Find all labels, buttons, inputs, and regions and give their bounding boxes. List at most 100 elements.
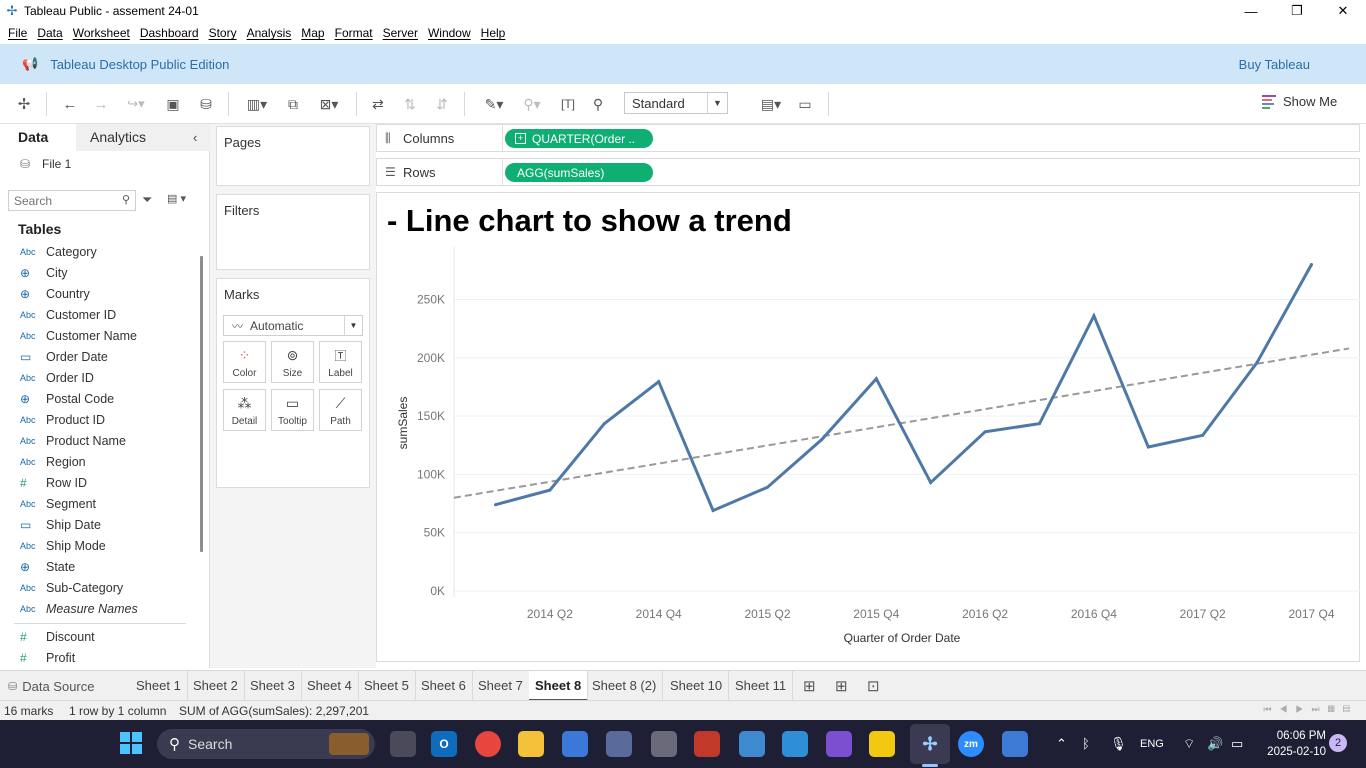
group-members-icon[interactable]: ⚲▾: [516, 94, 548, 114]
highlight-icon[interactable]: ✎▾: [478, 94, 510, 114]
show-mark-labels-icon[interactable]: [T]: [558, 94, 578, 114]
sheet-tab[interactable]: Sheet 3: [244, 671, 302, 701]
file-explorer-icon[interactable]: [518, 731, 544, 757]
data-source-tab[interactable]: ⛁ Data Source: [8, 671, 94, 701]
field-item[interactable]: ▭ Order Date: [0, 346, 200, 367]
close-button[interactable]: ✕: [1320, 0, 1366, 22]
search-icon[interactable]: ⚲: [122, 193, 130, 206]
field-item[interactable]: Abc Product Name: [0, 430, 200, 451]
field-item[interactable]: # Profit: [0, 647, 200, 668]
start-button[interactable]: [120, 732, 142, 754]
field-item[interactable]: ⊕ Country: [0, 283, 200, 304]
field-item[interactable]: Abc Customer ID: [0, 304, 200, 325]
rows-pill[interactable]: AGG(sumSales): [505, 163, 653, 182]
sort-descending-icon[interactable]: ⇵: [432, 94, 452, 114]
field-item[interactable]: Abc Customer Name: [0, 325, 200, 346]
menu-format[interactable]: Format: [335, 26, 373, 40]
sort-ascending-icon[interactable]: ⇅: [400, 94, 420, 114]
taskbar-search[interactable]: ⚲ Search: [157, 729, 375, 759]
menu-file[interactable]: File: [8, 26, 27, 40]
field-item[interactable]: # Discount: [0, 626, 200, 647]
columns-pill[interactable]: + QUARTER(Order ..: [505, 129, 653, 148]
field-item[interactable]: Abc Measure Names: [0, 598, 200, 619]
fix-axes-icon[interactable]: ⚲: [588, 94, 608, 114]
clear-sheet-icon[interactable]: ⊠▾: [312, 94, 346, 114]
chrome-icon[interactable]: [475, 731, 501, 757]
menu-worksheet[interactable]: Worksheet: [73, 26, 130, 40]
store-icon[interactable]: [562, 731, 588, 757]
sheet-tab[interactable]: Sheet 2: [187, 671, 245, 701]
field-item[interactable]: Abc Ship Mode: [0, 535, 200, 556]
menu-server[interactable]: Server: [383, 26, 418, 40]
replay-icon[interactable]: ↪▾: [121, 94, 151, 114]
chevron-up-icon[interactable]: ⌃: [1056, 736, 1067, 752]
menu-map[interactable]: Map: [301, 26, 324, 40]
app-icon[interactable]: [1002, 731, 1028, 757]
field-item[interactable]: # Row ID: [0, 472, 200, 493]
app-icon[interactable]: [739, 731, 765, 757]
new-story-icon[interactable]: ⊡: [867, 677, 880, 695]
field-item[interactable]: ⊕ State: [0, 556, 200, 577]
fit-select[interactable]: Standard ▼: [624, 92, 728, 114]
app-icon[interactable]: [694, 731, 720, 757]
clipchamp-icon[interactable]: [826, 731, 852, 757]
field-item[interactable]: Abc Region: [0, 451, 200, 472]
minimize-button[interactable]: —: [1228, 0, 1274, 22]
clock[interactable]: 06:06 PM 2025-02-10: [1262, 728, 1326, 760]
sheet-tab[interactable]: Sheet 4: [301, 671, 359, 701]
path-button[interactable]: ⟋ Path: [319, 389, 362, 431]
tab-data[interactable]: Data: [0, 124, 76, 151]
microphone-icon[interactable]: 🎙: [1110, 736, 1127, 752]
notepad-icon[interactable]: [606, 731, 632, 757]
save-icon[interactable]: ▣: [163, 94, 183, 114]
menu-data[interactable]: Data: [37, 26, 62, 40]
language-indicator[interactable]: ENG: [1140, 738, 1164, 750]
wifi-icon[interactable]: ⌔: [1183, 736, 1195, 752]
tooltip-button[interactable]: ▭ Tooltip: [271, 389, 314, 431]
calculator-icon[interactable]: [651, 731, 677, 757]
menu-dashboard[interactable]: Dashboard: [140, 26, 199, 40]
sheet-tab[interactable]: Sheet 10: [664, 671, 730, 701]
filters-card[interactable]: Filters: [216, 194, 370, 270]
sheet-navigation[interactable]: ⏮◀▶⏭▦▤: [1263, 704, 1358, 715]
scrollbar[interactable]: [200, 256, 203, 552]
sheet-tab[interactable]: Sheet 5: [358, 671, 416, 701]
show-me-button[interactable]: Show Me: [1262, 94, 1337, 109]
bluetooth-icon[interactable]: ᛒ: [1082, 736, 1090, 751]
volume-icon[interactable]: 🔊: [1207, 736, 1223, 752]
swap-rows-columns-icon[interactable]: ⇄: [368, 94, 388, 114]
tab-analytics[interactable]: Analytics: [90, 124, 146, 151]
field-item[interactable]: ⊕ Postal Code: [0, 388, 200, 409]
filter-icon[interactable]: ⏷: [142, 192, 152, 208]
show-cards-icon[interactable]: ▤▾: [754, 94, 788, 114]
new-worksheet-icon[interactable]: ▥▾: [240, 94, 274, 114]
detail-button[interactable]: ⁂ Detail: [223, 389, 266, 431]
power-bi-icon[interactable]: [869, 731, 895, 757]
redo-icon[interactable]: →: [91, 94, 111, 114]
sheet-tab[interactable]: Sheet 8 (2): [586, 671, 664, 701]
buy-tableau-link[interactable]: Buy Tableau: [1239, 57, 1310, 72]
data-source-item[interactable]: ⛁ File 1: [20, 157, 71, 171]
battery-icon[interactable]: ▭: [1231, 736, 1243, 752]
menu-analysis[interactable]: Analysis: [247, 26, 292, 40]
field-item[interactable]: Abc Product ID: [0, 409, 200, 430]
expand-icon[interactable]: +: [515, 133, 526, 144]
sheet-tab[interactable]: Sheet 1: [130, 671, 188, 701]
zoom-icon[interactable]: zm: [958, 731, 984, 757]
new-worksheet-icon[interactable]: ⊞: [803, 677, 816, 695]
new-dashboard-icon[interactable]: ⊞: [835, 677, 848, 695]
sheet-tab[interactable]: Sheet 6: [415, 671, 473, 701]
sheet-tab[interactable]: Sheet 7: [472, 671, 530, 701]
field-item[interactable]: Abc Category: [0, 241, 200, 262]
sheet-tab-active[interactable]: Sheet 8: [529, 671, 589, 701]
field-item[interactable]: ⊕ City: [0, 262, 200, 283]
notification-badge[interactable]: 2: [1329, 734, 1347, 752]
field-item[interactable]: ▭ Ship Date: [0, 514, 200, 535]
label-button[interactable]: 🅃 Label: [319, 341, 362, 383]
app-icon[interactable]: [782, 731, 808, 757]
view-options-icon[interactable]: ▤ ▾: [167, 192, 186, 205]
rows-shelf[interactable]: ☰ Rows AGG(sumSales): [376, 158, 1360, 186]
columns-shelf[interactable]: ⫼ Columns + QUARTER(Order ..: [376, 124, 1360, 152]
field-item[interactable]: Abc Order ID: [0, 367, 200, 388]
duplicate-sheet-icon[interactable]: ⧉: [283, 94, 303, 114]
